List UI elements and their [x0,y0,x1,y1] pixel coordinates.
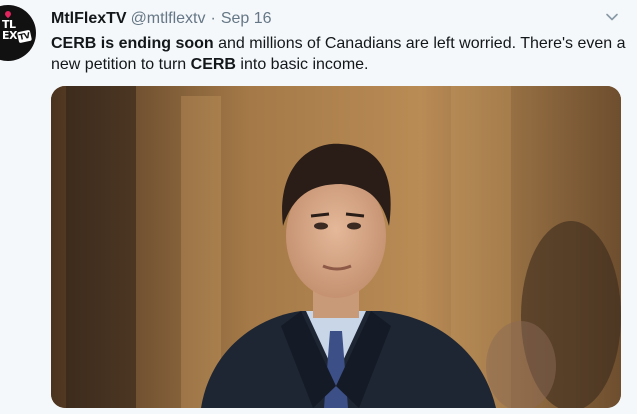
user-handle[interactable]: @mtlflextv [131,10,206,27]
tweet-date[interactable]: Sep 16 [221,10,272,27]
tweet-card[interactable]: TL EXTV MtlFlexTV @mtlflextv · Sep 16 CERB … [0,0,637,414]
avatar-logo-line2: EXTV [2,29,32,44]
tweet-header: MtlFlexTV @mtlflextv · Sep 16 [51,9,272,29]
avatar-logo: TL EXTV [2,19,32,44]
tweet-media-photo[interactable] [51,86,621,408]
tweet-text-body-2: into basic income. [235,56,369,73]
chevron-down-icon[interactable] [605,10,619,24]
display-name[interactable]: MtlFlexTV [51,10,127,27]
tweet-text: CERB is ending soon and millions of Cana… [51,33,631,75]
avatar-logo-ex: EX [2,29,18,42]
separator-dot: · [210,10,216,27]
tweet-text-bold-1: CERB is ending soon [51,35,214,52]
photo-illustration [51,86,621,408]
tweet-text-bold-2: CERB [190,56,236,73]
avatar[interactable]: TL EXTV [0,5,38,61]
avatar-logo-tv: TV [16,29,32,44]
